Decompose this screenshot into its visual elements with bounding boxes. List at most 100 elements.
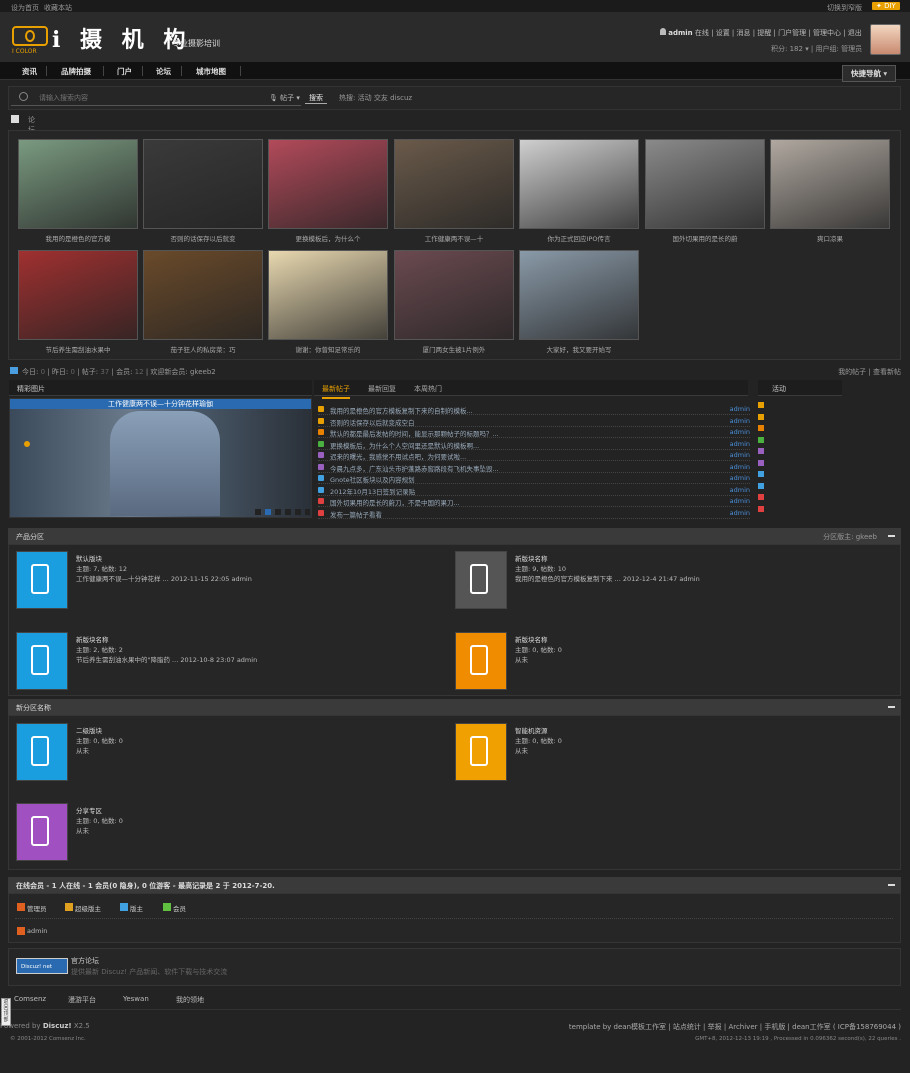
post-author[interactable]: admin <box>730 486 750 494</box>
nav-item-city-map[interactable]: 城市地图 <box>196 66 226 77</box>
official-title[interactable]: 官方论坛 <box>71 956 99 966</box>
post-title[interactable]: 我用的是橙色的官方模板复制下来的自制的模板... <box>330 405 473 415</box>
post-title[interactable]: 国外切果用的是长的蔚刀，不是中国的果刀... <box>330 497 460 507</box>
gallery-caption[interactable]: 厦门两女生被1片例外 <box>394 344 514 354</box>
friend-link[interactable]: 漫游平台 <box>68 995 96 1005</box>
section-new[interactable]: 新分区名称 <box>8 699 901 715</box>
post-author[interactable]: admin <box>730 463 750 471</box>
post-title[interactable]: 迟来的曙光，我感觉不用试点吧，为何要试啦... <box>330 451 466 461</box>
post-item[interactable]: 更换模板后，为什么个人空间里还是默认的模板啊... admin <box>318 439 750 450</box>
gallery-thumb[interactable] <box>394 250 514 340</box>
activity-icon[interactable] <box>758 436 764 443</box>
post-author[interactable]: admin <box>730 428 750 436</box>
forum-icon-box[interactable] <box>455 551 507 609</box>
forum-name[interactable]: 二级版块 <box>76 725 102 735</box>
settings-link[interactable]: 设置 <box>716 29 730 37</box>
activity-icon[interactable] <box>758 448 764 454</box>
messages-link[interactable]: 消息 <box>737 29 751 37</box>
nav-item-news[interactable]: 资讯 <box>22 66 37 77</box>
activity-icon[interactable] <box>758 413 764 420</box>
back-to-top-button[interactable]: 返回顶部 <box>1 998 11 1026</box>
forum-icon-box[interactable] <box>16 551 68 609</box>
gallery-thumb[interactable] <box>268 139 388 229</box>
forum-icon-box[interactable] <box>16 632 68 690</box>
username-link[interactable]: admin <box>668 29 692 37</box>
gallery-thumb[interactable] <box>394 139 514 229</box>
collapse-icon[interactable] <box>888 884 895 886</box>
hot-search-link[interactable]: 活动 <box>358 94 372 102</box>
post-item[interactable]: 2012年10月13日签到记录贴 admin <box>318 485 750 496</box>
post-item[interactable]: 发布一篇帖子看看 admin <box>318 508 750 519</box>
footer-links[interactable]: template by dean模板工作室 | 站点统计 | 举报 | Arch… <box>569 1022 901 1032</box>
gallery-caption[interactable]: 你为正式回应IPO传言 <box>519 233 639 243</box>
activity-icon[interactable] <box>758 459 764 466</box>
home-icon[interactable] <box>11 115 19 123</box>
diy-button[interactable]: ✦ DIY <box>872 2 900 10</box>
tab-weekly-hot[interactable]: 本周热门 <box>414 384 442 394</box>
site-logo[interactable]: I COLOR i 摄 机 构 专业摄影培训 <box>10 24 240 55</box>
tab-latest-replies[interactable]: 最新回复 <box>368 384 396 394</box>
activity-icon[interactable] <box>758 494 764 500</box>
gallery-thumb[interactable] <box>143 250 263 340</box>
activity-icon[interactable] <box>758 482 764 489</box>
my-posts-link[interactable]: 我的帖子 <box>838 368 866 376</box>
post-item[interactable]: 默认的都是最后发帖的时间，能显示那颗帖子的标题吗？... admin <box>318 427 750 438</box>
online-header[interactable]: 在线会员 - 1 人在线 - 1 会员(0 隐身), 0 位游客 - 最高记录是… <box>8 877 901 893</box>
gallery-thumb[interactable] <box>770 139 890 229</box>
post-author[interactable]: admin <box>730 417 750 425</box>
gallery-caption[interactable]: 更换模板后，为什么个 <box>268 233 388 243</box>
hot-search-link[interactable]: discuz <box>390 94 412 102</box>
welcome-new-member[interactable]: 欢迎新会员: gkeeb2 <box>150 368 215 376</box>
gallery-thumb[interactable] <box>268 250 388 340</box>
friend-link[interactable]: 我的领地 <box>176 995 204 1005</box>
highlight-banner[interactable]: 工作健康两不误—十分钟花样瑜伽 <box>10 399 311 409</box>
post-author[interactable]: admin <box>730 509 750 517</box>
forum-name[interactable]: 新版块名称 <box>515 634 548 644</box>
post-item[interactable]: 今晨九点多，广东汕头市护蓬路赤窖路段有飞机失事坠毁... admin <box>318 462 750 473</box>
gallery-caption[interactable]: 工作健康两不误—十 <box>394 233 514 243</box>
forum-name[interactable]: 新版块名称 <box>76 634 109 644</box>
post-title[interactable]: 否则的话保存以后就变成空白 <box>330 417 415 427</box>
activity-icon[interactable] <box>758 471 764 477</box>
hot-search-link[interactable]: 交友 <box>374 94 388 102</box>
user-group[interactable]: 管理员 <box>841 45 862 53</box>
post-item[interactable]: 我用的是橙色的官方模板复制下来的自制的模板... admin <box>318 404 750 415</box>
post-author[interactable]: admin <box>730 405 750 413</box>
highlight-image[interactable]: 工作健康两不误—十分钟花样瑜伽 <box>9 398 312 518</box>
forum-name[interactable]: 分享专区 <box>76 805 102 815</box>
section-moderator[interactable]: 分区版主: gkeeb <box>823 532 877 542</box>
search-scope-select[interactable]: 🎙 帖子 ▾ <box>269 93 300 103</box>
post-author[interactable]: admin <box>730 497 750 505</box>
forum-last-post[interactable]: 节后养生需刮油水果中的"降脂药 ... 2012-10-8 23:07 admi… <box>76 654 257 664</box>
admin-center-link[interactable]: 管理中心 <box>813 29 841 37</box>
forum-last-post[interactable]: 工作健康两不误—十分钟花样 ... 2012-11-15 22:05 admin <box>76 573 252 583</box>
portal-admin-link[interactable]: 门户管理 <box>778 29 806 37</box>
section-product[interactable]: 产品分区 分区版主: gkeeb <box>8 528 901 544</box>
collapse-icon[interactable] <box>888 535 895 537</box>
gallery-caption[interactable]: 节后养生需刮油水果中 <box>18 344 138 354</box>
post-title[interactable]: Gnote社区板块以及内容规划 <box>330 474 415 484</box>
forum-name[interactable]: 默认版块 <box>76 553 102 563</box>
post-title[interactable]: 今晨九点多，广东汕头市护蓬路赤窖路段有飞机失事坠毁... <box>330 463 499 473</box>
gallery-caption[interactable]: 国外切果用的是长的蔚 <box>645 233 765 243</box>
post-item[interactable]: 国外切果用的是长的蔚刀，不是中国的果刀... admin <box>318 496 750 507</box>
avatar[interactable] <box>870 24 901 55</box>
post-item[interactable]: Gnote社区板块以及内容规划 admin <box>318 473 750 484</box>
discuz-link[interactable]: Discuz! <box>43 1022 72 1030</box>
gallery-caption[interactable]: 否则的话保存以后就变 <box>143 233 263 243</box>
forum-icon-box[interactable] <box>16 803 68 861</box>
gallery-caption[interactable]: 谢谢：你曾知足常乐的 <box>268 344 388 354</box>
activity-icon[interactable] <box>758 505 764 512</box>
gallery-thumb[interactable] <box>18 139 138 229</box>
gallery-thumb[interactable] <box>143 139 263 229</box>
quick-nav-button[interactable]: 快捷导航 ▾ <box>842 65 897 82</box>
activity-icon[interactable] <box>758 402 764 408</box>
discuz-logo[interactable]: Discuz! net <box>16 958 68 974</box>
nav-item-portal[interactable]: 门户 <box>117 66 132 77</box>
forum-last-post[interactable]: 从未 <box>515 745 528 755</box>
gallery-thumb[interactable] <box>18 250 138 340</box>
post-title[interactable]: 发布一篇帖子看看 <box>330 509 382 519</box>
online-user[interactable]: admin <box>17 927 47 935</box>
gallery-thumb[interactable] <box>519 139 639 229</box>
friend-link[interactable]: Yeswan <box>123 995 149 1003</box>
